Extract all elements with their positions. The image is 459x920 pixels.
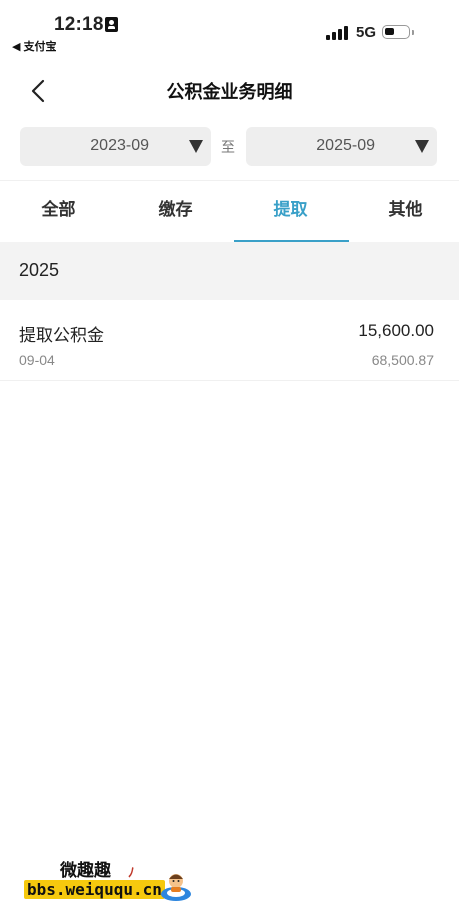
start-date-value: 2023-09 [90,137,149,154]
contact-card-icon [105,17,118,32]
watermark-title: 微趣趣 [60,861,111,880]
tab-deposit[interactable]: 缴存 [118,181,233,242]
year-label: 2025 [19,260,60,280]
watermark: 微趣趣 ﾉ bbs.weiququ.cn [20,854,200,910]
year-section-header: 2025 [0,242,459,300]
date-range-filter: 2023-09 至 2025-09 [0,127,459,167]
dropdown-triangle-icon [189,140,203,153]
status-time: 12:18 [54,14,104,35]
list-item[interactable]: 提取公积金 15,600.00 09-04 68,500.87 [0,300,459,381]
record-title: 提取公积金 [19,326,104,345]
watermark-url: bbs.weiququ.cn [24,880,165,899]
back-to-app-link[interactable]: ◀ 支付宝 [12,38,57,54]
mascot-icon [161,874,191,901]
record-date: 09-04 [19,352,55,368]
watermark-mark: ﾉ [128,865,135,880]
signal-icon [326,26,350,40]
record-amount: 15,600.00 [358,321,434,340]
tab-withdraw[interactable]: 提取 [233,181,348,242]
tab-all[interactable]: 全部 [1,181,116,242]
end-date-value: 2025-09 [316,137,375,154]
nav-bar: 公积金业务明细 [0,62,459,118]
tab-other[interactable]: 其他 [348,181,459,242]
record-balance: 68,500.87 [371,352,434,368]
battery-tip [412,30,414,35]
start-date-select[interactable]: 2023-09 [20,127,211,166]
date-range-separator: 至 [221,139,235,155]
status-bar: 12:18 ◀ 支付宝 5G [0,0,459,56]
category-tabs: 全部 缴存 提取 其他 [0,180,459,242]
end-date-select[interactable]: 2025-09 [246,127,437,166]
battery-icon [382,25,410,39]
network-type: 5G [356,24,377,41]
page-title: 公积金业务明细 [166,82,293,102]
dropdown-triangle-icon [415,140,429,153]
